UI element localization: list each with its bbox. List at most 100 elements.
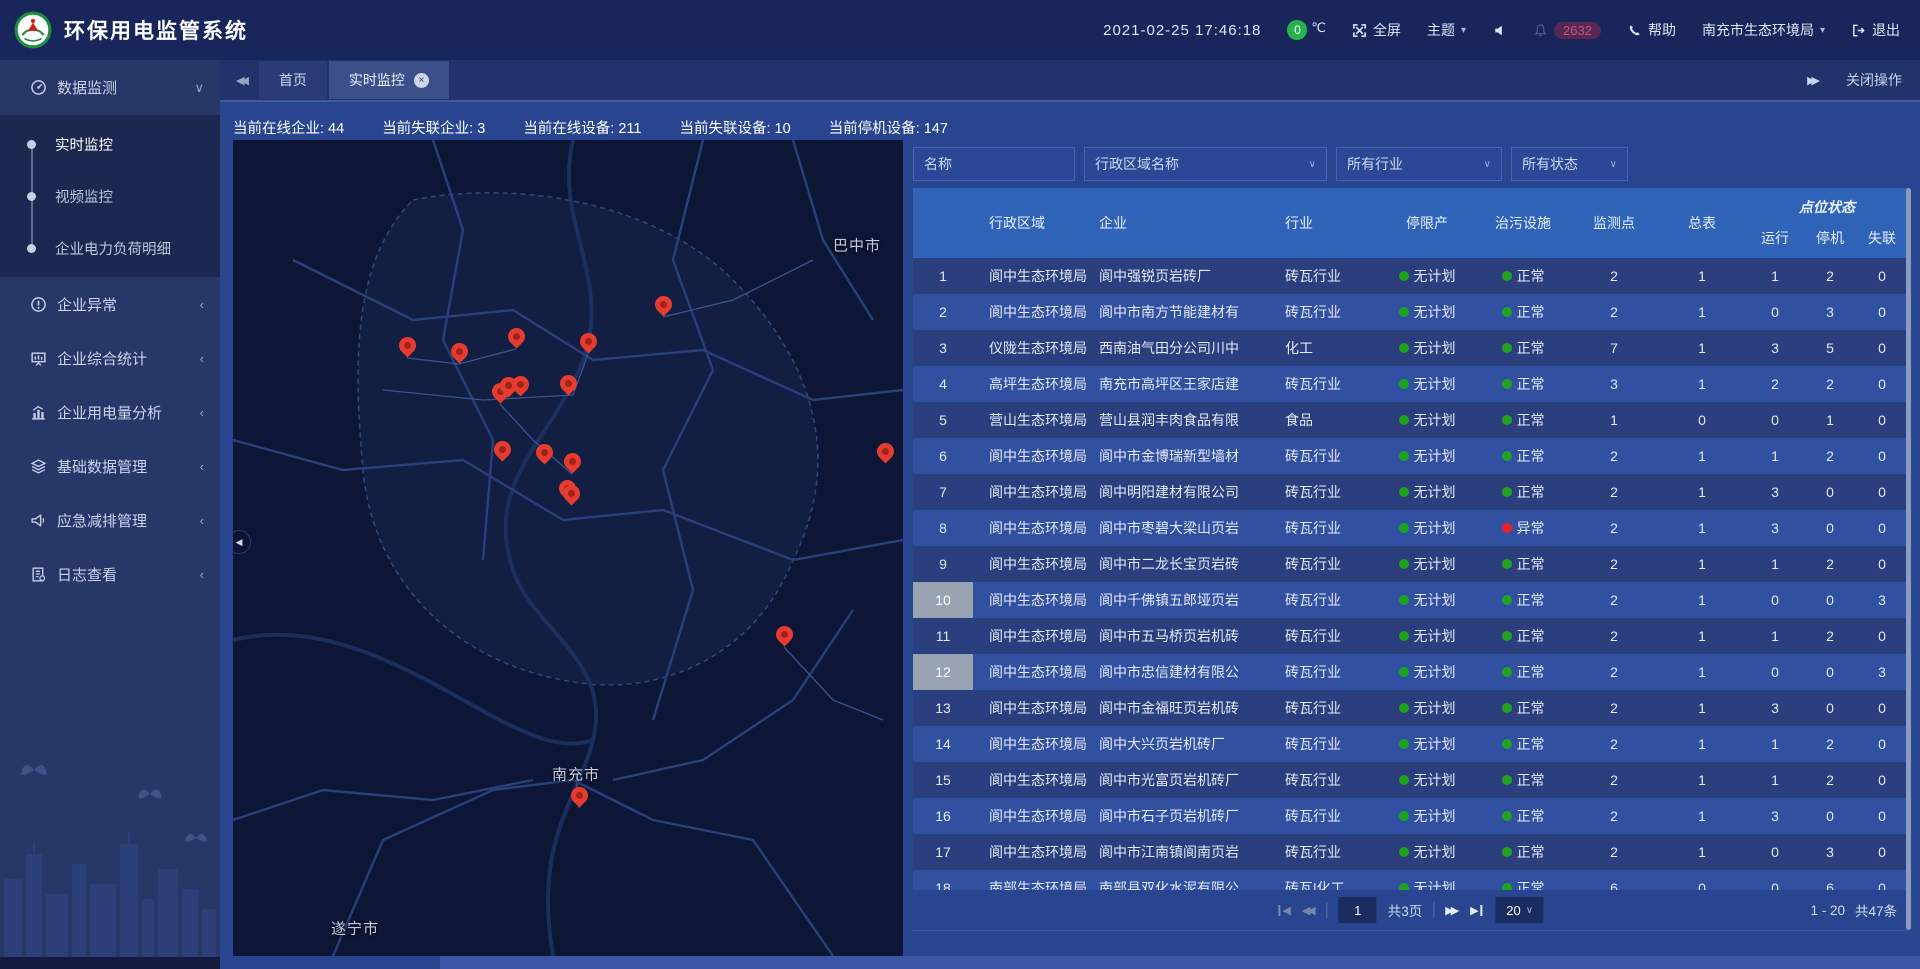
total-pages-label: 共3页	[1388, 900, 1423, 920]
org-dropdown[interactable]: 南充市生态环境局▾	[1702, 20, 1825, 40]
monitor-count-cell: 2	[1571, 690, 1657, 726]
map-panel[interactable]: 巴中市南充市遂宁市 ◀	[233, 140, 903, 956]
tab-1[interactable]: 实时监控×	[329, 61, 449, 99]
facility-status-cell: 正常	[1475, 870, 1571, 890]
table-row[interactable]: 3仪陇生态环境局西南油气田分公司川中化工无计划正常71350	[913, 330, 1907, 366]
district-cell: 阆中生态环境局	[973, 834, 1089, 870]
district-cell: 阆中生态环境局	[973, 582, 1089, 618]
sidebar-item-1[interactable]: 企业异常‹	[0, 277, 220, 331]
sidebar-item-0[interactable]: 数据监测∨	[0, 60, 220, 115]
halt-count-cell: 2	[1803, 762, 1857, 798]
sidebar-item-3[interactable]: 企业用电量分析‹	[0, 385, 220, 439]
sidebar-item-4[interactable]: 基础数据管理‹	[0, 439, 220, 493]
tabs-scroll-right-button[interactable]: ▶▶	[1807, 74, 1820, 87]
table-row[interactable]: 4高坪生态环境局南充市高坪区王家店建砖瓦行业无计划正常31220	[913, 366, 1907, 402]
page-size-select[interactable]: 20∨	[1496, 897, 1544, 923]
prev-page-button[interactable]: ◀◀	[1302, 904, 1316, 917]
facility-status-cell: 正常	[1475, 798, 1571, 834]
close-operations-button[interactable]: 关闭操作	[1846, 70, 1902, 90]
first-page-button[interactable]: ◀	[1276, 904, 1290, 917]
chevron-down-icon: ▾	[1820, 25, 1825, 36]
table-row[interactable]: 13阆中生态环境局阆中市金福旺页岩机砖砖瓦行业无计划正常21300	[913, 690, 1907, 726]
run-count-cell: 1	[1747, 258, 1803, 294]
sidebar-item-5[interactable]: 应急减排管理‹	[0, 493, 220, 547]
table-row[interactable]: 10阆中生态环境局阆中千佛镇五郎垭页岩砖瓦行业无计划正常21003	[913, 582, 1907, 618]
sidebar-subitem[interactable]: 实时监控	[0, 118, 220, 170]
status-label: 正常	[1517, 734, 1545, 754]
lost-count-cell: 0	[1857, 726, 1907, 762]
table-row[interactable]: 1阆中生态环境局阆中强锐页岩砖厂砖瓦行业无计划正常21120	[913, 258, 1907, 294]
table-row[interactable]: 5营山生态环境局营山县润丰肉食品有限食品无计划正常10010	[913, 402, 1907, 438]
tab-0[interactable]: 首页	[259, 61, 327, 99]
district-cell: 阆中生态环境局	[973, 294, 1089, 330]
tab-close-icon[interactable]: ×	[414, 73, 429, 88]
table-scrollbar[interactable]	[1906, 188, 1911, 930]
halt-count-cell: 5	[1803, 330, 1857, 366]
lost-count-cell: 0	[1857, 258, 1907, 294]
theme-dropdown[interactable]: 主题▾	[1427, 20, 1466, 40]
table-row[interactable]: 14阆中生态环境局阆中大兴页岩机砖厂砖瓦行业无计划正常21120	[913, 726, 1907, 762]
table-row[interactable]: 15阆中生态环境局阆中市光富页岩机砖厂砖瓦行业无计划正常21120	[913, 762, 1907, 798]
sidebar: 数据监测∨实时监控视频监控企业电力负荷明细企业异常‹企业综合统计‹企业用电量分析…	[0, 60, 220, 969]
table-row[interactable]: 11阆中生态环境局阆中市五马桥页岩机砖砖瓦行业无计划正常21120	[913, 618, 1907, 654]
chevron-left-icon: ‹	[200, 297, 204, 312]
col-district: 行政区域	[973, 188, 1089, 258]
log-icon	[30, 566, 47, 583]
run-count-cell: 3	[1747, 474, 1803, 510]
table-row[interactable]: 16阆中生态环境局阆中市石子页岩机砖厂砖瓦行业无计划正常21300	[913, 798, 1907, 834]
last-page-button[interactable]: ▶	[1470, 904, 1484, 917]
sidebar-item-2[interactable]: 企业综合统计‹	[0, 331, 220, 385]
table-row[interactable]: 12阆中生态环境局阆中市忠信建材有限公砖瓦行业无计划正常21003	[913, 654, 1907, 690]
next-page-button[interactable]: ▶▶	[1445, 904, 1459, 917]
row-number-cell: 9	[913, 546, 973, 582]
halt-count-cell: 2	[1803, 258, 1857, 294]
stop-status-cell: 无计划	[1379, 618, 1475, 654]
status-dot-icon	[1399, 307, 1409, 317]
company-cell: 阆中强锐页岩砖厂	[1089, 258, 1279, 294]
sidebar-subitem[interactable]: 企业电力负荷明细	[0, 222, 220, 274]
table-row[interactable]: 6阆中生态环境局阆中市金博瑞新型墙材砖瓦行业无计划正常21120	[913, 438, 1907, 474]
stat-item: 当前停机设备: 147	[829, 117, 948, 138]
status-label: 无计划	[1414, 734, 1456, 754]
industry-cell: 砖瓦行业	[1279, 726, 1379, 762]
status-dot-icon	[1399, 811, 1409, 821]
industry-select[interactable]: 所有行业∨	[1336, 147, 1502, 181]
region-select[interactable]: 行政区域名称∨	[1084, 147, 1327, 181]
total-meter-cell: 1	[1657, 510, 1747, 546]
help-button[interactable]: 帮助	[1627, 20, 1676, 40]
run-count-cell: 3	[1747, 798, 1803, 834]
table-row[interactable]: 2阆中生态环境局阆中市南方节能建材有砖瓦行业无计划正常21030	[913, 294, 1907, 330]
halt-count-cell: 1	[1803, 402, 1857, 438]
stop-status-cell: 无计划	[1379, 834, 1475, 870]
table-row[interactable]: 7阆中生态环境局阆中明阳建材有限公司砖瓦行业无计划正常21300	[913, 474, 1907, 510]
col-monitor: 监测点	[1571, 188, 1657, 258]
sound-toggle-button[interactable]	[1492, 23, 1507, 38]
logout-button[interactable]: 退出	[1851, 20, 1900, 40]
status-dot-icon	[1502, 271, 1512, 281]
table-row[interactable]: 9阆中生态环境局阆中市二龙长宝页岩砖砖瓦行业无计划正常21120	[913, 546, 1907, 582]
page-input[interactable]: 1	[1339, 897, 1377, 923]
status-label: 无计划	[1414, 878, 1456, 890]
industry-cell: 砖瓦行业	[1279, 618, 1379, 654]
halt-count-cell: 2	[1803, 366, 1857, 402]
sidebar-subitem[interactable]: 视频监控	[0, 170, 220, 222]
total-meter-cell: 1	[1657, 618, 1747, 654]
notification-button[interactable]: 2632	[1533, 22, 1601, 39]
sidebar-item-6[interactable]: 日志查看‹	[0, 547, 220, 601]
table-row[interactable]: 18南部生态环境局南部县双化水泥有限公砖瓦|化工无计划正常60060	[913, 870, 1907, 890]
status-label: 无计划	[1414, 302, 1456, 322]
facility-status-cell: 正常	[1475, 474, 1571, 510]
status-label: 无计划	[1414, 842, 1456, 862]
status-select[interactable]: 所有状态∨	[1511, 147, 1628, 181]
table-row[interactable]: 8阆中生态环境局阆中市枣碧大梁山页岩砖瓦行业无计划异常21300	[913, 510, 1907, 546]
company-cell: 营山县润丰肉食品有限	[1089, 402, 1279, 438]
name-search-input[interactable]	[913, 147, 1075, 181]
row-number-cell: 7	[913, 474, 973, 510]
tabs-scroll-left-button[interactable]: ◀◀	[220, 74, 255, 87]
bar-chart-icon	[30, 404, 47, 421]
table-row[interactable]: 17阆中生态环境局阆中市江南镇阆南页岩砖瓦行业无计划正常21030	[913, 834, 1907, 870]
facility-status-cell: 正常	[1475, 762, 1571, 798]
run-count-cell: 2	[1747, 366, 1803, 402]
fullscreen-button[interactable]: 全屏	[1352, 20, 1401, 40]
status-dot-icon	[1399, 667, 1409, 677]
